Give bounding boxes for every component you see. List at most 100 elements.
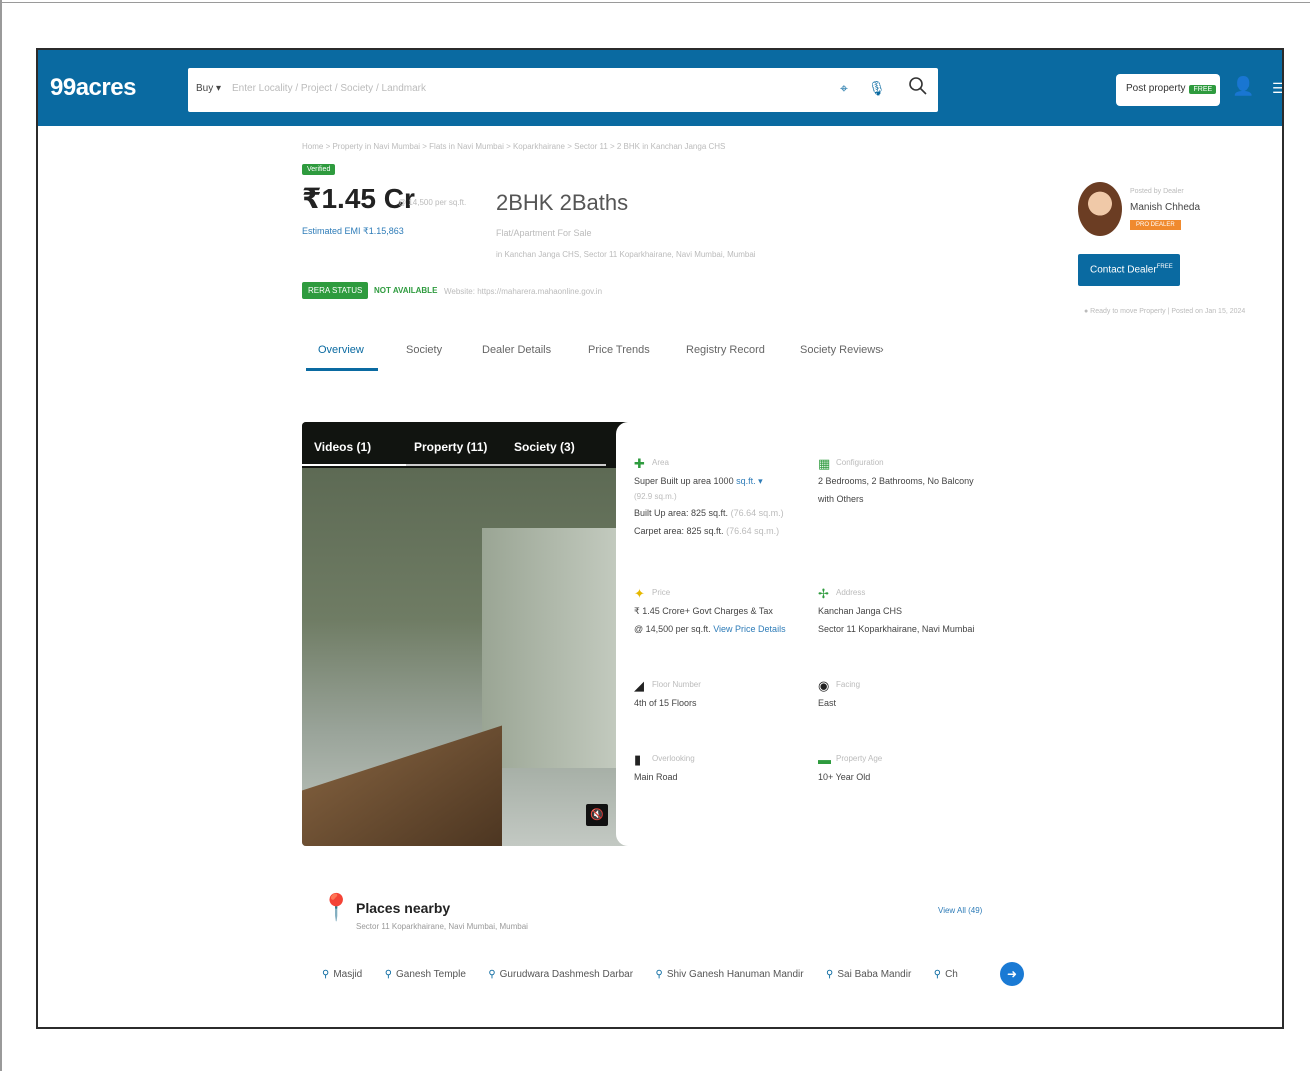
building-icon: ▬ (818, 752, 831, 767)
detail-label: Address (836, 588, 866, 597)
detail-value: ₹ 1.45 Crore+ Govt Charges & Tax (634, 606, 773, 616)
place-chip[interactable]: ⚲ Sai Baba Mandir (826, 969, 911, 980)
place-chip[interactable]: ⚲ Ch (934, 969, 958, 980)
dealer-name[interactable]: Manish Chheda (1130, 202, 1200, 213)
detail-label: Area (652, 458, 669, 467)
view-all-link[interactable]: View All (49) (938, 906, 982, 915)
tab-price-trends[interactable]: Price Trends (588, 344, 650, 356)
detail-value: Built Up area: 825 sq.ft. (76.64 sq.m.) (634, 508, 784, 518)
location-pin-icon: ⚲ (826, 969, 834, 980)
user-icon[interactable]: 👤 (1232, 76, 1254, 97)
chips-next-arrow-icon[interactable]: ➜ (1000, 962, 1024, 986)
screenshot-frame: 99acres Buy ▾ Enter Locality / Project /… (36, 48, 1284, 1029)
detail-value: Super Built up area 1000 sq.ft. ▾ (634, 476, 763, 487)
verified-badge: Verified (302, 164, 336, 175)
mic-icon[interactable]: 🎙 (868, 80, 886, 97)
search-icon[interactable] (906, 74, 930, 98)
listing-type: Flat/Apartment For Sale (496, 228, 592, 238)
location-pin-icon: ⚲ (322, 969, 330, 980)
scan-border-top (0, 2, 1310, 3)
window-icon: ▮ (634, 752, 642, 767)
location-pin-icon: ⚲ (384, 969, 393, 980)
tab-registry-record[interactable]: Registry Record (686, 344, 765, 356)
rera-value: NOT AVAILABLE (374, 286, 438, 295)
site-logo[interactable]: 99acres (50, 74, 136, 102)
top-navbar: 99acres Buy ▾ Enter Locality / Project /… (38, 50, 1282, 126)
breadcrumb[interactable]: Home > Property in Navi Mumbai > Flats i… (302, 142, 725, 151)
dealer-label: Posted by Dealer (1130, 188, 1184, 195)
place-chip[interactable]: ⚲ Masjid (322, 969, 362, 980)
places-nearby-section: 📍 Places nearby Sector 11 Koparkhairane,… (314, 890, 1034, 1000)
post-property-button[interactable]: Post property FREE (1116, 74, 1220, 106)
property-photo[interactable] (302, 468, 634, 846)
photo-wall (482, 528, 632, 768)
active-tab-underline (306, 368, 378, 371)
detail-value: 2 Bedrooms, 2 Bathrooms, No Balcony (818, 476, 974, 486)
price-rate: @ 14,500 per sq.ft. (634, 624, 711, 634)
mute-icon[interactable]: 🔇 (586, 804, 608, 826)
carpet-sqm: (76.64 sq.m.) (726, 526, 780, 536)
buy-dropdown[interactable]: Buy ▾ (196, 83, 221, 94)
contact-dealer-label: Contact Dealer (1090, 264, 1157, 276)
place-chip-label: Masjid (333, 969, 363, 980)
detail-value: Main Road (634, 772, 678, 782)
media-tab-videos[interactable]: Videos (1) (314, 440, 371, 454)
detail-value: East (818, 698, 837, 708)
floor-icon: ◢ (634, 678, 644, 693)
search-bar[interactable]: Buy ▾ Enter Locality / Project / Society… (188, 68, 938, 112)
tab-dealer-details[interactable]: Dealer Details (482, 344, 551, 356)
unit-dropdown[interactable]: sq.ft. ▾ (736, 476, 763, 486)
contact-dealer-button[interactable]: Contact DealerFREE (1078, 254, 1180, 286)
avatar[interactable] (1078, 182, 1122, 236)
detail-label: Property Age (836, 754, 883, 763)
places-chip-list: ⚲ Masjid ⚲ Ganesh Temple ⚲ Gurudwara Dashme… (322, 964, 1012, 986)
location-icon[interactable]: ⌖ (840, 80, 848, 97)
post-property-label: Post property (1126, 83, 1186, 94)
media-tabs: Videos (1) Property (11) Society (3) (302, 422, 634, 468)
dealer-tag: PRO DEALER (1130, 220, 1181, 230)
place-chip[interactable]: ⚲ Shiv Ganesh Hanuman Mandir (656, 969, 804, 980)
place-chip-label: Shiv Ganesh Hanuman Mandir (666, 969, 804, 980)
price-icon: ✦ (634, 586, 645, 601)
built-up-sqm: (76.64 sq.m.) (730, 508, 784, 518)
search-input[interactable]: Enter Locality / Project / Society / Lan… (232, 83, 426, 94)
detail-label: Overlooking (652, 754, 695, 763)
tab-society[interactable]: Society (406, 344, 442, 356)
tabs-next-arrow-icon[interactable]: › (880, 344, 884, 356)
place-chip-label: Ch (945, 969, 958, 980)
location-pin-icon: ⚲ (933, 969, 942, 980)
detail-value: Carpet area: 825 sq.ft. (76.64 sq.m.) (634, 526, 779, 536)
photo-bench (302, 725, 502, 846)
detail-label: Configuration (836, 458, 884, 467)
detail-value: @ 14,500 per sq.ft. View Price Details (634, 624, 786, 634)
bed-icon: ▦ (818, 456, 831, 471)
detail-label: Price (652, 588, 671, 597)
location-pin-icon: ⚲ (655, 969, 663, 980)
place-chip[interactable]: ⚲ Ganesh Temple (385, 969, 466, 980)
place-chip-label: Sai Baba Mandir (837, 969, 912, 980)
listing-config: 2BHK 2Baths (496, 190, 629, 215)
area-icon: ✚ (634, 456, 645, 471)
place-chip[interactable]: ⚲ Gurudwara Dashmesh Darbar (488, 969, 633, 980)
built-up-area: Built Up area: 825 sq.ft. (634, 508, 729, 518)
free-badge: FREE (1189, 85, 1217, 94)
view-price-details-link[interactable]: View Price Details (713, 624, 785, 634)
detail-value: 4th of 15 Floors (634, 698, 697, 708)
media-tab-society[interactable]: Society (3) (514, 440, 575, 454)
detail-value: with Others (818, 494, 864, 504)
place-chip-label: Gurudwara Dashmesh Darbar (499, 969, 634, 980)
scan-border-left (0, 0, 2, 1071)
detail-value: Kanchan Janga CHS (818, 606, 903, 616)
contact-free-badge: FREE (1156, 264, 1173, 270)
posting-status: ● Ready to move Property | Posted on Jan… (1084, 308, 1246, 315)
rera-website[interactable]: Website: https://maharera.mahaonline.gov… (444, 287, 602, 296)
detail-label: Floor Number (652, 680, 701, 689)
places-subtitle: Sector 11 Koparkhairane, Navi Mumbai, Mu… (356, 922, 528, 931)
tab-society-reviews[interactable]: Society Reviews (800, 344, 881, 356)
tab-overview[interactable]: Overview (318, 344, 364, 356)
emi-link[interactable]: Estimated EMI ₹1.15,863 (302, 226, 404, 237)
media-gallery[interactable]: Videos (1) Property (11) Society (3) (302, 422, 634, 846)
rera-status-badge[interactable]: RERA STATUS (302, 282, 369, 299)
media-tab-property[interactable]: Property (11) (414, 440, 487, 454)
hamburger-menu-icon[interactable]: ☰ (1272, 80, 1282, 97)
